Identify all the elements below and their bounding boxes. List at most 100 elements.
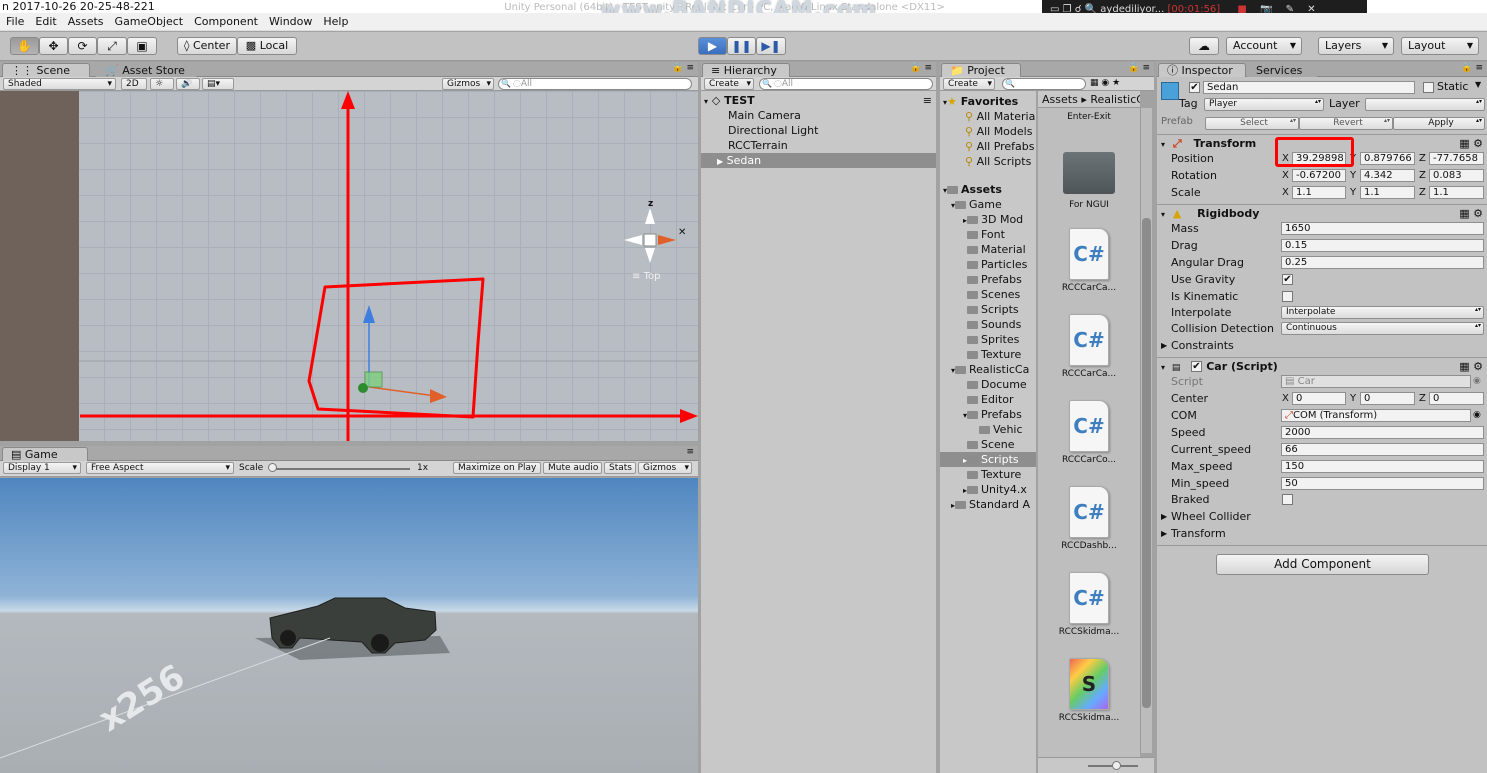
static-checkbox[interactable] (1423, 82, 1434, 93)
game-viewport[interactable]: x256 (0, 478, 698, 773)
icon-size-thumb[interactable] (1112, 761, 1121, 770)
prefab-revert-button[interactable]: Revert (1299, 117, 1393, 130)
project-tree-item[interactable]: Prefabs (940, 272, 1036, 287)
pause-button[interactable]: ❚❚ (727, 37, 756, 55)
project-search-input[interactable] (1002, 78, 1086, 90)
center-y-input[interactable]: 0 (1360, 392, 1415, 405)
transform-field-row[interactable]: ▶ Transform (1157, 525, 1487, 542)
hierarchy-scene-row[interactable]: ▾ ◇ TEST ≡ (701, 93, 936, 108)
tag-dropdown[interactable]: Player (1204, 98, 1324, 111)
scale-y-input[interactable]: 1.1 (1360, 186, 1415, 199)
center-z-input[interactable]: 0 (1429, 392, 1484, 405)
scene-audio-toggle[interactable]: 🔊 (176, 78, 200, 90)
asset-item[interactable]: C# RCCCarCo... (1038, 400, 1140, 465)
menu-help[interactable]: Help (317, 13, 353, 30)
maximize-on-play-toggle[interactable]: Maximize on Play (453, 462, 541, 474)
menu-window[interactable]: Window (263, 13, 317, 30)
object-picker-icon[interactable]: ◉ (1473, 407, 1481, 424)
tab-asset-store[interactable]: 🛒 Asset Store (96, 63, 196, 78)
scene-gizmos-dropdown[interactable]: Gizmos ▾ (442, 78, 494, 90)
asset-item[interactable]: C# RCCCarCa... (1038, 314, 1140, 379)
position-y-input[interactable]: 0.879766 (1360, 152, 1415, 165)
collision-detection-dropdown[interactable]: Continuous (1281, 322, 1484, 335)
pivot-center-button[interactable]: ◊ Center (177, 37, 237, 55)
project-tree-item[interactable]: Sprites (940, 332, 1036, 347)
project-tree-item[interactable]: ▾ RealisticCa (940, 362, 1036, 377)
project-tree-item[interactable]: ▸ Unity4.x (940, 482, 1036, 497)
wheel-collider-row[interactable]: ▶ Wheel Collider (1157, 508, 1487, 525)
tab-inspector[interactable]: ⓘ Inspector (1158, 63, 1246, 78)
layer-dropdown[interactable] (1365, 98, 1485, 111)
display-dropdown[interactable]: Display 1 ▾ (3, 462, 81, 474)
project-scrollbar[interactable] (1140, 108, 1152, 753)
mass-input[interactable]: 1650 (1281, 222, 1484, 235)
rect-tool-button[interactable]: ▣ (127, 37, 157, 55)
tab-project[interactable]: 📁 Project (941, 63, 1021, 78)
scene-viewport[interactable]: z ✕ ≡ Top (0, 91, 698, 441)
project-tree-item[interactable]: Texture (940, 347, 1036, 362)
favorites-header[interactable]: ▾★ Favorites (940, 94, 1036, 109)
project-tree-item[interactable]: ▾ Prefabs (940, 407, 1036, 422)
mute-audio-toggle[interactable]: Mute audio (543, 462, 602, 474)
project-tree-item[interactable]: Sounds (940, 317, 1036, 332)
hierarchy-search-input[interactable]: ◌All (759, 78, 933, 90)
rotate-tool-button[interactable]: ⟳ (68, 37, 97, 55)
play-button[interactable]: ▶ (698, 37, 727, 55)
object-name-input[interactable]: Sedan (1203, 81, 1415, 94)
breadcrumb-folder[interactable]: RealisticCa (1090, 93, 1140, 106)
game-gizmos-dropdown[interactable]: Gizmos ▾ (638, 462, 692, 474)
hierarchy-item-directional-light[interactable]: Directional Light (701, 123, 936, 138)
scene-lighting-toggle[interactable]: ☼ (150, 78, 174, 90)
tab-hierarchy[interactable]: ≡ Hierarchy (702, 63, 790, 78)
assets-root-row[interactable]: ▾ Assets (940, 182, 1036, 197)
panel-menu-icon[interactable]: ≡ (686, 447, 694, 457)
project-tree-item[interactable]: ▾ Game (940, 197, 1036, 212)
scale-slider-thumb[interactable] (268, 463, 277, 472)
com-field[interactable]: ⤢COM (Transform) (1281, 409, 1471, 422)
asset-item[interactable]: C# RCCDashb... (1038, 486, 1140, 551)
panel-menu-icon[interactable]: 🔒 ≡ (1461, 63, 1483, 73)
car-script-enabled-checkbox[interactable]: ✔ (1191, 361, 1202, 372)
scale-z-input[interactable]: 1.1 (1429, 186, 1484, 199)
prefab-select-button[interactable]: Select (1205, 117, 1299, 130)
scale-x-input[interactable]: 1.1 (1292, 186, 1346, 199)
project-tree-item[interactable]: Font (940, 227, 1036, 242)
scene-menu-icon[interactable]: ≡ (923, 93, 932, 108)
drag-input[interactable]: 0.15 (1281, 239, 1484, 252)
asset-item[interactable]: Enter-Exit (1038, 112, 1140, 122)
project-tree-item[interactable]: ▸ Standard A (940, 497, 1036, 512)
menu-gameobject[interactable]: GameObject (109, 13, 189, 30)
layers-dropdown[interactable]: Layers ▼ (1318, 37, 1394, 55)
rotation-y-input[interactable]: 4.342 (1360, 169, 1415, 182)
braked-checkbox[interactable] (1282, 494, 1293, 505)
project-create-dropdown[interactable]: Create ▾ (943, 78, 995, 90)
space-local-button[interactable]: ▩ Local (237, 37, 297, 55)
hierarchy-item-main-camera[interactable]: Main Camera (701, 108, 936, 123)
scene-fx-dropdown[interactable]: ▤▾ (202, 78, 234, 90)
is-kinematic-checkbox[interactable] (1282, 291, 1293, 302)
use-gravity-checkbox[interactable]: ✔ (1282, 274, 1293, 285)
menu-assets[interactable]: Assets (62, 13, 109, 30)
favorite-item[interactable]: ⚲ All Scripts (940, 154, 1036, 169)
chevron-down-icon[interactable]: ▼ (1475, 80, 1481, 89)
collab-cloud-button[interactable]: ☁ (1189, 37, 1219, 55)
project-tree-item[interactable]: Scenes (940, 287, 1036, 302)
account-dropdown[interactable]: Account ▼ (1226, 37, 1302, 55)
rotation-z-input[interactable]: 0.083 (1429, 169, 1484, 182)
project-tree-item[interactable]: Vehic (940, 422, 1036, 437)
hierarchy-create-dropdown[interactable]: Create ▾ (704, 78, 754, 90)
speed-input[interactable]: 2000 (1281, 426, 1484, 439)
panel-menu-icon[interactable]: 🔒 ≡ (672, 63, 694, 73)
prefab-apply-button[interactable]: Apply (1393, 117, 1485, 130)
asset-item[interactable]: C# RCCCarCa... (1038, 228, 1140, 293)
project-tree-item[interactable]: Docume (940, 377, 1036, 392)
project-tree-item[interactable]: ▸ Scripts (940, 452, 1036, 467)
project-tree-item[interactable]: Scene (940, 437, 1036, 452)
project-filter-icons[interactable]: ▦ ◉ ★ (1090, 78, 1120, 88)
angular-drag-input[interactable]: 0.25 (1281, 256, 1484, 269)
project-tree-item[interactable]: ▸ 3D Mod (940, 212, 1036, 227)
step-button[interactable]: ▶❚ (756, 37, 786, 55)
tab-game[interactable]: ▤ Game (2, 447, 88, 462)
project-tree-item[interactable]: Scripts (940, 302, 1036, 317)
shading-dropdown[interactable]: Shaded ▾ (3, 78, 116, 90)
